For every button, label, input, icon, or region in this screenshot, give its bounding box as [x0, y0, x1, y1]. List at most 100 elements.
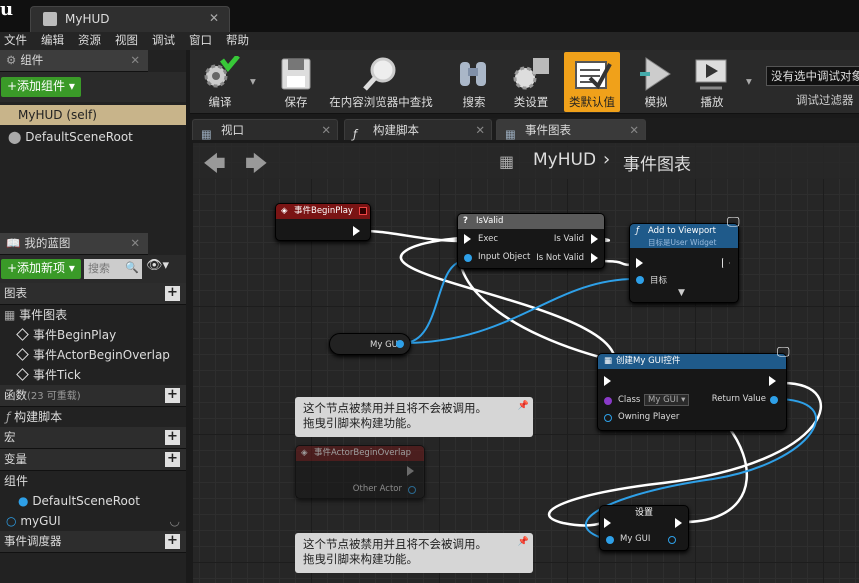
functions-section[interactable]: 函数(23 可重载) +	[0, 385, 186, 407]
add-new-button[interactable]: +添加新项 ▾	[1, 259, 81, 279]
add-function-icon[interactable]: +	[165, 388, 180, 403]
class-settings-label: 类设置	[513, 95, 549, 109]
close-icon[interactable]: ✕	[629, 120, 639, 140]
close-icon[interactable]: ✕	[130, 50, 140, 71]
event-item[interactable]: 事件BeginPlay	[0, 325, 186, 345]
var-mygui[interactable]: ○ myGUI ◡	[0, 511, 186, 531]
functions-count: (23 可重载)	[27, 391, 81, 402]
is-valid-pin[interactable]	[591, 234, 598, 244]
close-icon[interactable]: ✕	[209, 11, 219, 25]
self-item[interactable]: MyHUD (self)	[0, 105, 186, 125]
node-create-widget[interactable]: ▦ 创建My GUI控件 Class My GUI ▾ Return Value …	[597, 353, 787, 431]
add-component-button[interactable]: +添加组件 ▾	[1, 77, 81, 97]
browse-button[interactable]: 在内容浏览器中查找	[326, 52, 436, 112]
add-graph-icon[interactable]: +	[165, 286, 180, 301]
input-object-pin[interactable]	[464, 254, 472, 262]
play-button[interactable]: 播放	[686, 52, 738, 112]
close-icon[interactable]: ✕	[321, 120, 331, 140]
tab-viewport[interactable]: ▦ 视口 ✕	[192, 119, 338, 141]
menu-debug[interactable]: 调试	[148, 32, 185, 50]
event-graph-item[interactable]: ▦ 事件图表	[0, 305, 186, 325]
node-event-actor-begin-overlap[interactable]: ◈ 事件ActorBeginOverlap Other Actor	[295, 445, 425, 499]
event-dispatchers-section[interactable]: 事件调度器 +	[0, 531, 186, 553]
node-event-beginplay[interactable]: ◈ 事件BeginPlay	[275, 203, 371, 241]
macros-section[interactable]: 宏 +	[0, 427, 186, 449]
event-item[interactable]: 事件Tick	[0, 365, 186, 385]
node-isvalid[interactable]: ? IsValid Exec Input Object Is Valid Is N…	[457, 213, 605, 269]
tab-construction-script[interactable]: ƒ 构建脚本 ✕	[344, 119, 492, 141]
browse-label: 在内容浏览器中查找	[329, 95, 433, 109]
class-settings-button[interactable]: 类设置	[504, 52, 558, 112]
exec-out-pin[interactable]	[407, 466, 414, 476]
eye-icon[interactable]: 👁▾	[146, 258, 169, 273]
class-pin[interactable]	[604, 397, 612, 405]
components-category[interactable]: 组件	[0, 471, 186, 491]
expand-chevron-icon[interactable]: ▼	[678, 288, 685, 298]
return-value-pin[interactable]	[770, 396, 778, 404]
tab-event-graph[interactable]: ▦ 事件图表 ✕	[496, 119, 646, 141]
set-value-pin[interactable]	[606, 536, 614, 544]
disabled-node-comment: 这个节点被禁用并且将不会被调用。 拖曳引脚来构建功能。 📌	[295, 397, 533, 437]
menu-window[interactable]: 窗口	[185, 32, 222, 50]
event-graph-canvas[interactable]: 🡄 🡆 ▦ MyHUD › 事件图表 ◈ 事件BeginPlay ? IsValid…	[193, 143, 859, 583]
set-var-label: My GUI	[620, 534, 651, 544]
class-defaults-button[interactable]: 类默认值	[564, 52, 620, 112]
menu-file[interactable]: 文件	[0, 32, 37, 50]
unreal-logo: u	[0, 0, 14, 20]
simulate-button[interactable]: 模拟	[630, 52, 682, 112]
compile-options-dropdown[interactable]: ▾	[246, 52, 262, 112]
add-variable-icon[interactable]: +	[165, 452, 180, 467]
exec-out-pin[interactable]	[769, 376, 776, 386]
menu-asset[interactable]: 资源	[74, 32, 111, 50]
getter-out-pin[interactable]	[396, 340, 404, 348]
add-dispatcher-icon[interactable]: +	[165, 534, 180, 549]
other-actor-pin[interactable]	[408, 486, 416, 494]
exec-in-pin[interactable]	[464, 234, 471, 244]
exec-out-pin[interactable]	[353, 226, 360, 236]
menu-view[interactable]: 视图	[111, 32, 148, 50]
close-icon[interactable]: ✕	[475, 120, 485, 140]
save-button[interactable]: 保存	[270, 52, 322, 112]
variables-section[interactable]: 变量 +	[0, 449, 186, 471]
chevron-down-icon: ▾	[746, 74, 752, 88]
pin-icon[interactable]: 📌	[518, 535, 529, 550]
exec-in-pin[interactable]	[604, 376, 611, 386]
event-item[interactable]: 事件ActorBeginOverlap	[0, 345, 186, 365]
pin-icon[interactable]: 📌	[518, 399, 529, 414]
asset-tab-title: MyHUD	[65, 12, 110, 26]
components-title: 组件	[20, 53, 44, 67]
node-set-mygui[interactable]: 设置 My GUI	[599, 505, 689, 551]
owning-player-pin[interactable]	[604, 414, 612, 422]
graphs-section[interactable]: 图表 +	[0, 283, 186, 305]
menu-edit[interactable]: 编辑	[37, 32, 74, 50]
construction-script-item[interactable]: ƒ 构建脚本	[0, 407, 186, 427]
asset-tab[interactable]: MyHUD ✕	[30, 6, 230, 32]
exec-out-pin[interactable]	[722, 258, 730, 268]
search-button[interactable]: 搜索	[448, 52, 500, 112]
visibility-icon[interactable]: ◡	[170, 511, 180, 531]
exec-out-pin[interactable]	[675, 518, 682, 528]
exec-in-pin[interactable]	[604, 518, 611, 528]
toolbar: 编译 ▾ 保存 在内容浏览器中查找 搜索 类设置 类默认值 模拟 播放 ▾ 没有…	[190, 50, 859, 114]
class-dropdown[interactable]: My GUI ▾	[644, 394, 690, 406]
target-pin[interactable]	[636, 276, 644, 284]
node-title: 事件BeginPlay	[294, 206, 353, 216]
exec-in-pin[interactable]	[636, 258, 643, 268]
node-header: ƒ Add to Viewport 目标是User Widget	[630, 224, 738, 248]
close-icon[interactable]: ✕	[130, 233, 140, 254]
set-out-pin[interactable]	[668, 536, 676, 544]
debug-object-dropdown[interactable]: 没有选中调试对象	[766, 66, 859, 86]
node-mygui-getter[interactable]: My GUI	[329, 333, 411, 355]
play-options-dropdown[interactable]: ▾	[742, 52, 758, 112]
menu-help[interactable]: 帮助	[222, 32, 259, 50]
is-not-valid-pin[interactable]	[591, 253, 598, 263]
delegate-pin[interactable]	[359, 207, 367, 215]
node-add-to-viewport[interactable]: ƒ Add to Viewport 目标是User Widget 目标 ▼	[629, 223, 739, 303]
add-macro-icon[interactable]: +	[165, 430, 180, 445]
play-label: 播放	[700, 95, 724, 109]
monitor-icon: 🖵	[777, 345, 790, 360]
var-default-scene-root[interactable]: ● DefaultSceneRoot	[0, 491, 186, 511]
compile-button[interactable]: 编译	[194, 52, 246, 112]
default-scene-root-item[interactable]: ⬤ DefaultSceneRoot	[0, 127, 186, 147]
macro-icon: ?	[463, 216, 468, 226]
